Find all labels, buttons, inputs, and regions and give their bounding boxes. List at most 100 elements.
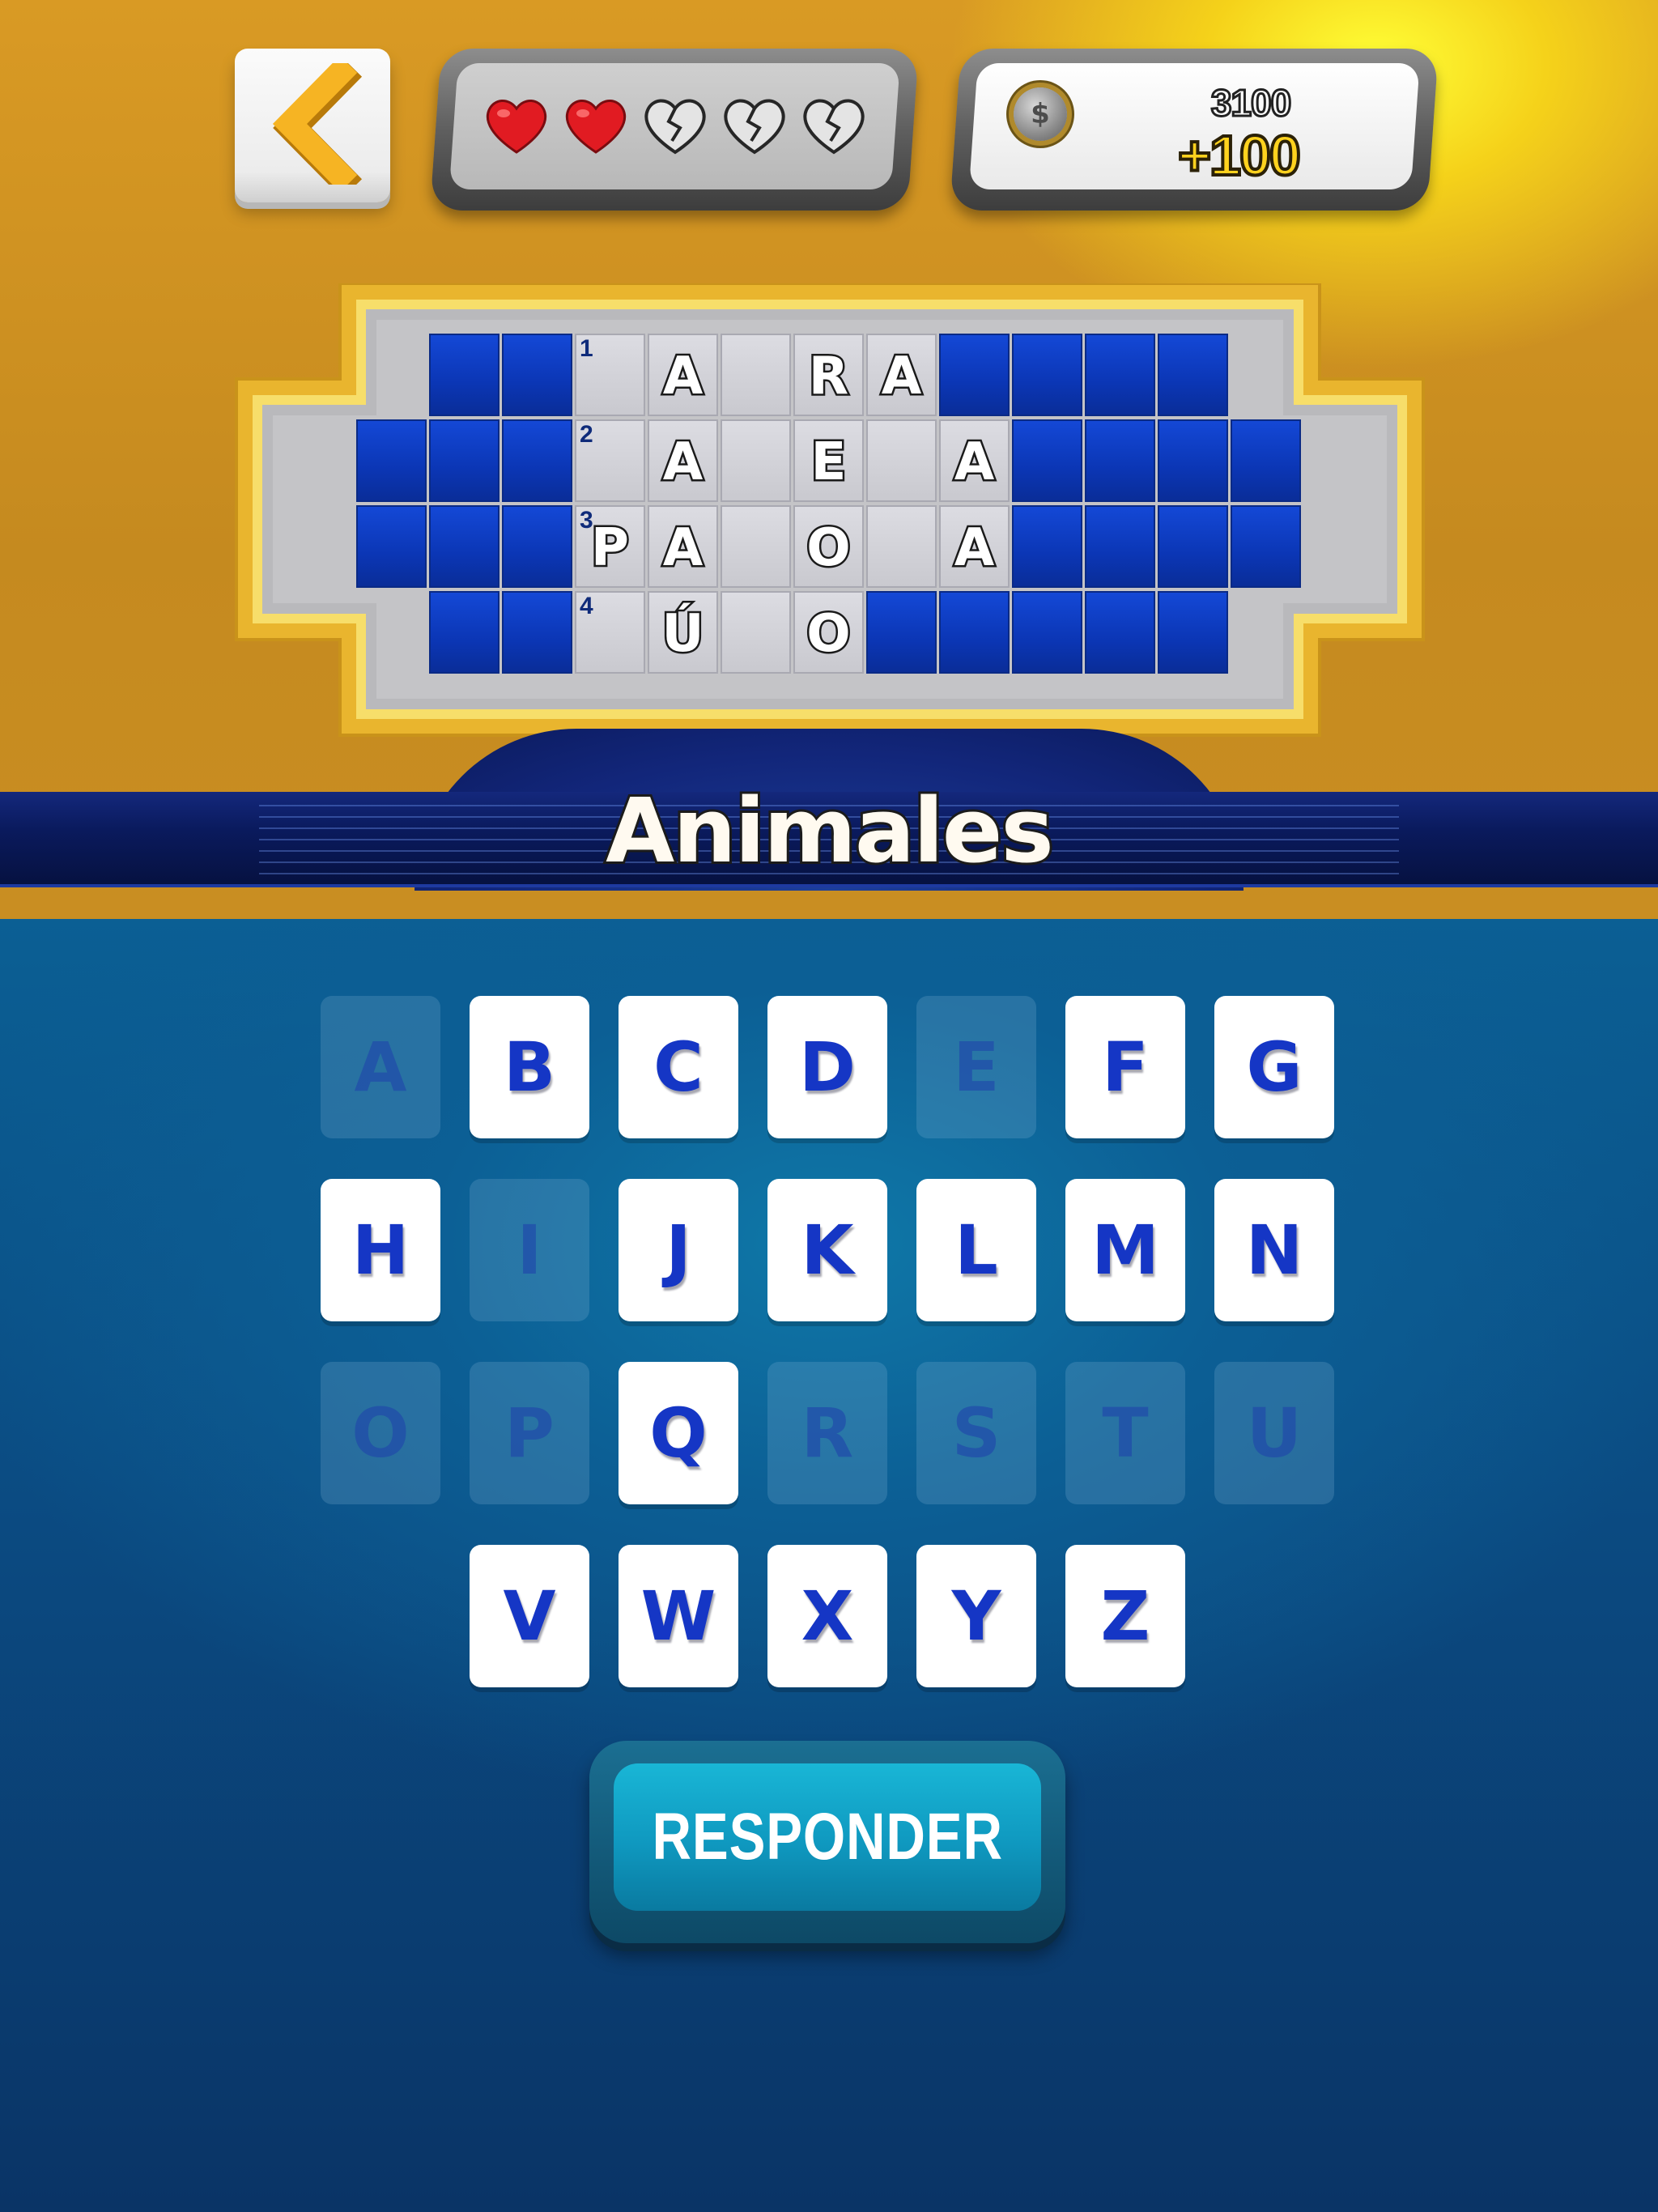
key-n[interactable]: N: [1214, 1179, 1334, 1321]
coin-bonus: +100: [1176, 122, 1301, 189]
back-button[interactable]: [235, 49, 390, 202]
key-h[interactable]: H: [321, 1179, 440, 1321]
key-x[interactable]: X: [767, 1545, 887, 1687]
board-blank-tile: [1085, 334, 1155, 416]
board-blank-tile: [502, 505, 572, 588]
key-label: Z: [1100, 1576, 1150, 1656]
board-blank-tile: [429, 334, 500, 416]
key-label: M: [1091, 1210, 1159, 1290]
board-blank-tile: [502, 334, 572, 416]
board-letter-tile: A: [648, 334, 718, 416]
key-label: K: [801, 1210, 854, 1290]
responder-button[interactable]: RESPONDER: [589, 1741, 1065, 1943]
board-blank-tile: [502, 419, 572, 502]
coin-icon: $: [1014, 87, 1067, 141]
key-u: U: [1214, 1362, 1334, 1504]
revealed-letter: O: [805, 517, 852, 581]
board-letter-tile: 1: [575, 334, 645, 416]
board-letter-tile: 3P: [575, 505, 645, 588]
key-label: S: [951, 1393, 1001, 1473]
key-m[interactable]: M: [1065, 1179, 1185, 1321]
key-w[interactable]: W: [619, 1545, 738, 1687]
key-z[interactable]: Z: [1065, 1545, 1185, 1687]
board-letter-tile: [721, 591, 791, 674]
board-letter-tile: [866, 419, 937, 502]
board-letter-tile: A: [648, 419, 718, 502]
board-letter-tile: O: [793, 591, 864, 674]
key-label: B: [503, 1027, 556, 1107]
board-blank-tile: [1085, 505, 1155, 588]
broken-heart-icon: [643, 96, 708, 157]
category-title: Animales: [603, 776, 1056, 885]
board-blank-tile: [356, 505, 427, 588]
key-f[interactable]: F: [1065, 996, 1185, 1138]
board-blank-tile: [1085, 419, 1155, 502]
heart-icon: [484, 96, 549, 157]
board-blank-tile: [1012, 505, 1082, 588]
word-number: 1: [580, 335, 593, 362]
key-label: G: [1246, 1027, 1303, 1107]
board-blank-tile: [1231, 419, 1301, 502]
board-blank-tile: [429, 419, 500, 502]
coin-total: 3100: [1209, 81, 1291, 125]
revealed-letter: P: [589, 517, 631, 581]
board-blank-tile: [866, 591, 937, 674]
revealed-letter: A: [879, 345, 924, 409]
board-letter-tile: O: [793, 505, 864, 588]
key-s: S: [916, 1362, 1036, 1504]
board-blank-tile: [1085, 591, 1155, 674]
revealed-letter: R: [806, 345, 850, 409]
board-blank-tile: [1012, 591, 1082, 674]
key-label: J: [665, 1210, 691, 1290]
revealed-letter: Ú: [660, 602, 706, 666]
broken-heart-icon: [801, 96, 866, 157]
key-y[interactable]: Y: [916, 1545, 1036, 1687]
key-label: D: [799, 1027, 856, 1107]
key-label: C: [653, 1027, 704, 1107]
word-number: 4: [580, 593, 593, 619]
key-label: P: [504, 1393, 555, 1473]
key-v[interactable]: V: [470, 1545, 589, 1687]
board-blank-tile: [502, 591, 572, 674]
key-i: I: [470, 1179, 589, 1321]
key-c[interactable]: C: [619, 996, 738, 1138]
board-letter-tile: [721, 505, 791, 588]
key-r: R: [767, 1362, 887, 1504]
key-label: X: [801, 1576, 854, 1656]
revealed-letter: E: [809, 431, 848, 495]
revealed-letter: A: [661, 431, 705, 495]
key-label: T: [1102, 1393, 1149, 1473]
board-blank-tile: [1012, 334, 1082, 416]
key-d[interactable]: D: [767, 996, 887, 1138]
board-blank-tile: [1012, 419, 1082, 502]
key-g[interactable]: G: [1214, 996, 1334, 1138]
board-blank-tile: [939, 334, 1010, 416]
key-label: H: [351, 1210, 410, 1290]
board-blank-tile: [1231, 505, 1301, 588]
key-label: U: [1246, 1393, 1303, 1473]
key-label: V: [503, 1576, 556, 1656]
key-label: R: [801, 1393, 854, 1473]
key-t: T: [1065, 1362, 1185, 1504]
key-k[interactable]: K: [767, 1179, 887, 1321]
key-j[interactable]: J: [619, 1179, 738, 1321]
key-label: I: [517, 1210, 542, 1290]
board-blank-tile: [1158, 591, 1228, 674]
board-letter-tile: E: [793, 419, 864, 502]
board-letter-tile: [721, 334, 791, 416]
board-letter-tile: R: [793, 334, 864, 416]
key-q[interactable]: Q: [619, 1362, 738, 1504]
lives-panel: [430, 49, 919, 211]
key-label: Y: [951, 1576, 1001, 1656]
key-label: A: [354, 1027, 407, 1107]
key-label: L: [954, 1210, 998, 1290]
board-blank-tile: [939, 591, 1010, 674]
board-letter-tile: 4: [575, 591, 645, 674]
board-letter-tile: [721, 419, 791, 502]
revealed-letter: A: [661, 517, 705, 581]
board-letter-tile: A: [648, 505, 718, 588]
revealed-letter: A: [661, 345, 705, 409]
key-l[interactable]: L: [916, 1179, 1036, 1321]
key-e: E: [916, 996, 1036, 1138]
key-b[interactable]: B: [470, 996, 589, 1138]
